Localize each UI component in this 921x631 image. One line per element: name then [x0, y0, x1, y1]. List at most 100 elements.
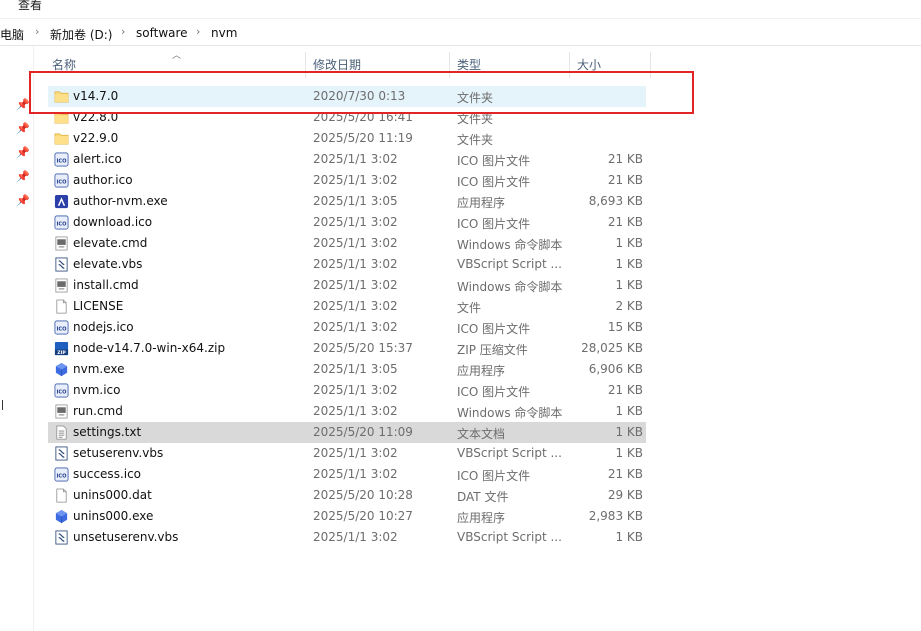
- navigation-pane: 📌 📌 📌 📌 📌: [0, 46, 34, 631]
- file-modified-date: 2025/1/1 3:02: [313, 299, 398, 313]
- file-size: 21 KB: [607, 215, 643, 229]
- file-row[interactable]: unsetuserenv.vbs 2025/1/1 3:02 VBScript Sc…: [48, 527, 646, 548]
- file-row[interactable]: ICO nodejs.ico 2025/1/1 3:02 ICO 图片文件 15 KB: [48, 317, 646, 338]
- file-modified-date: 2025/5/20 11:09: [313, 425, 413, 439]
- file-row[interactable]: ICO author.ico 2025/1/1 3:02 ICO 图片文件 21 KB: [48, 170, 646, 191]
- ico-file-icon: ICO: [54, 320, 69, 335]
- file-name: settings.txt: [73, 425, 142, 439]
- file-name: alert.ico: [73, 152, 122, 166]
- pin-icon[interactable]: 📌: [16, 194, 30, 207]
- cmd-file-icon: [54, 404, 69, 419]
- file-name: author-nvm.exe: [73, 194, 168, 208]
- pin-icon[interactable]: 📌: [16, 170, 30, 183]
- svg-text:ICO: ICO: [56, 389, 67, 395]
- file-row[interactable]: settings.txt 2025/5/20 11:09 文本文档 1 KB: [48, 422, 646, 443]
- file-row[interactable]: install.cmd 2025/1/1 3:02 Windows 命令脚本 1 KB: [48, 275, 646, 296]
- menu-view[interactable]: 查看: [18, 0, 42, 13]
- file-size: 6,906 KB: [588, 362, 643, 376]
- file-type: ICO 图片文件: [457, 154, 531, 168]
- breadcrumb-nvm[interactable]: nvm: [211, 26, 237, 40]
- file-modified-date: 2025/1/1 3:02: [313, 320, 398, 334]
- breadcrumb-separator-icon[interactable]: ›: [121, 25, 125, 38]
- ico-file-icon: ICO: [54, 215, 69, 230]
- breadcrumb-this-pc[interactable]: 此电脑: [0, 26, 24, 43]
- breadcrumb-software[interactable]: software: [136, 26, 188, 40]
- vbs-file-icon: [54, 446, 69, 461]
- file-row[interactable]: setuserenv.vbs 2025/1/1 3:02 VBScript Scri…: [48, 443, 646, 464]
- breadcrumb-separator-icon[interactable]: ›: [196, 25, 200, 38]
- file-row[interactable]: LICENSE 2025/1/1 3:02 文件 2 KB: [48, 296, 646, 317]
- file-size: 1 KB: [615, 530, 643, 544]
- file-name: nvm.ico: [73, 383, 121, 397]
- file-name: install.cmd: [73, 278, 139, 292]
- file-row[interactable]: ICO nvm.ico 2025/1/1 3:02 ICO 图片文件 21 KB: [48, 380, 646, 401]
- file-row[interactable]: author-nvm.exe 2025/1/1 3:05 应用程序 8,693 KB: [48, 191, 646, 212]
- file-type: VBScript Script ...: [457, 446, 562, 460]
- file-name: elevate.cmd: [73, 236, 148, 250]
- file-row[interactable]: unins000.exe 2025/5/20 10:27 应用程序 2,983 KB: [48, 506, 646, 527]
- blank-file-icon: [54, 299, 69, 314]
- file-modified-date: 2025/1/1 3:02: [313, 257, 398, 271]
- file-modified-date: 2025/5/20 11:19: [313, 131, 413, 145]
- file-size: 8,693 KB: [588, 194, 643, 208]
- file-row[interactable]: elevate.vbs 2025/1/1 3:02 VBScript Script …: [48, 254, 646, 275]
- file-name: success.ico: [73, 467, 142, 481]
- file-size: 15 KB: [607, 320, 643, 334]
- file-row[interactable]: ICO alert.ico 2025/1/1 3:02 ICO 图片文件 21 KB: [48, 149, 646, 170]
- file-type: 应用程序: [457, 196, 506, 210]
- folder-icon: [54, 131, 69, 146]
- file-name: setuserenv.vbs: [73, 446, 164, 460]
- sort-ascending-icon: ︿: [172, 51, 182, 61]
- file-type: VBScript Script ...: [457, 257, 562, 271]
- file-type: ZIP 压缩文件: [457, 343, 528, 357]
- file-modified-date: 2025/1/1 3:05: [313, 362, 398, 376]
- cmd-file-icon: [54, 236, 69, 251]
- file-size: 2,983 KB: [588, 509, 643, 523]
- address-bar[interactable]: 此电脑 › 新加卷 (D:) › software › nvm: [0, 21, 921, 46]
- file-row[interactable]: v22.9.0 2025/5/20 11:19 文件夹: [48, 128, 646, 149]
- ico-file-icon: ICO: [54, 383, 69, 398]
- file-type: ICO 图片文件: [457, 175, 531, 189]
- file-row[interactable]: run.cmd 2025/1/1 3:02 Windows 命令脚本 1 KB: [48, 401, 646, 422]
- cmd-file-icon: [54, 278, 69, 293]
- file-type: 应用程序: [457, 364, 506, 378]
- file-size: 1 KB: [615, 278, 643, 292]
- pin-icon[interactable]: 📌: [16, 122, 30, 135]
- ico-file-icon: ICO: [54, 467, 69, 482]
- file-modified-date: 2025/1/1 3:02: [313, 173, 398, 187]
- ico-file-icon: ICO: [54, 152, 69, 167]
- vbs-file-icon: [54, 530, 69, 545]
- file-size: 29 KB: [607, 488, 643, 502]
- file-modified-date: 2025/5/20 10:28: [313, 488, 413, 502]
- file-modified-date: 2025/1/1 3:02: [313, 215, 398, 229]
- file-type: 文件: [457, 301, 482, 315]
- file-name: elevate.vbs: [73, 257, 143, 271]
- file-size: 1 KB: [615, 236, 643, 250]
- menu-bar: 查看: [0, 0, 921, 19]
- breadcrumb-separator-icon[interactable]: ›: [35, 25, 39, 38]
- file-type: ICO 图片文件: [457, 469, 531, 483]
- file-type: ICO 图片文件: [457, 385, 531, 399]
- file-name: unins000.dat: [73, 488, 152, 502]
- file-row[interactable]: ICO download.ico 2025/1/1 3:02 ICO 图片文件 21 K…: [48, 212, 646, 233]
- file-row[interactable]: unins000.dat 2025/5/20 10:28 DAT 文件 29 KB: [48, 485, 646, 506]
- file-size: 28,025 KB: [581, 341, 643, 355]
- file-size: 1 KB: [615, 446, 643, 460]
- file-size: 2 KB: [615, 299, 643, 313]
- file-row[interactable]: ZIP node-v14.7.0-win-x64.zip 2025/5/20 15:…: [48, 338, 646, 359]
- file-size: 21 KB: [607, 383, 643, 397]
- pin-icon[interactable]: 📌: [16, 98, 30, 111]
- file-type: 文件夹: [457, 133, 494, 147]
- file-type: ICO 图片文件: [457, 322, 531, 336]
- pin-icon[interactable]: 📌: [16, 146, 30, 159]
- file-modified-date: 2025/5/20 15:37: [313, 341, 413, 355]
- txt-file-icon: [54, 425, 69, 440]
- file-row[interactable]: elevate.cmd 2025/1/1 3:02 Windows 命令脚本 1 KB: [48, 233, 646, 254]
- zip-file-icon: ZIP: [54, 341, 69, 356]
- file-row[interactable]: ICO success.ico 2025/1/1 3:02 ICO 图片文件 21 KB: [48, 464, 646, 485]
- file-row[interactable]: nvm.exe 2025/1/1 3:05 应用程序 6,906 KB: [48, 359, 646, 380]
- svg-text:ICO: ICO: [56, 221, 67, 227]
- nvm-exe-icon: [54, 362, 69, 377]
- breadcrumb-drive-d[interactable]: 新加卷 (D:): [50, 26, 112, 43]
- file-type: Windows 命令脚本: [457, 238, 563, 252]
